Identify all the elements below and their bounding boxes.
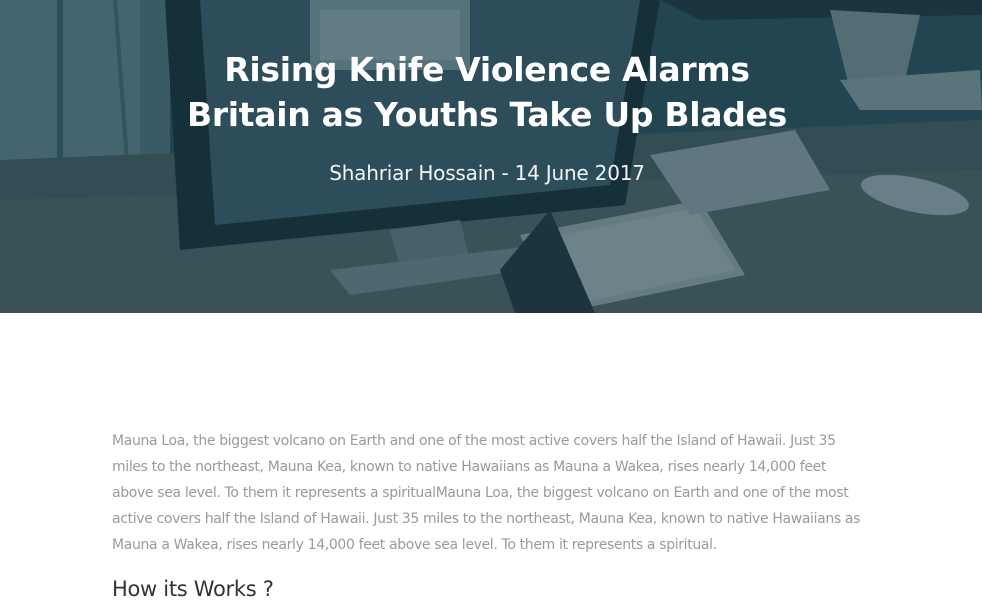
article-byline: Shahriar Hossain -14 June 2017 bbox=[0, 160, 974, 186]
section-heading: How its Works ? bbox=[112, 577, 274, 601]
article-title-line-1: Rising Knife Violence Alarms bbox=[224, 50, 750, 89]
publish-date: 14 June 2017 bbox=[514, 161, 645, 185]
hero-banner: Rising Knife Violence Alarms Britain as … bbox=[0, 0, 982, 313]
byline-separator: - bbox=[501, 161, 509, 185]
author-name: Shahriar Hossain bbox=[329, 161, 496, 185]
article-title-line-2: Britain as Youths Take Up Blades bbox=[186, 95, 788, 134]
article-paragraph: Mauna Loa, the biggest volcano on Earth … bbox=[112, 433, 861, 553]
article-text: Mauna Loa, the biggest volcano on Earth … bbox=[112, 428, 864, 558]
